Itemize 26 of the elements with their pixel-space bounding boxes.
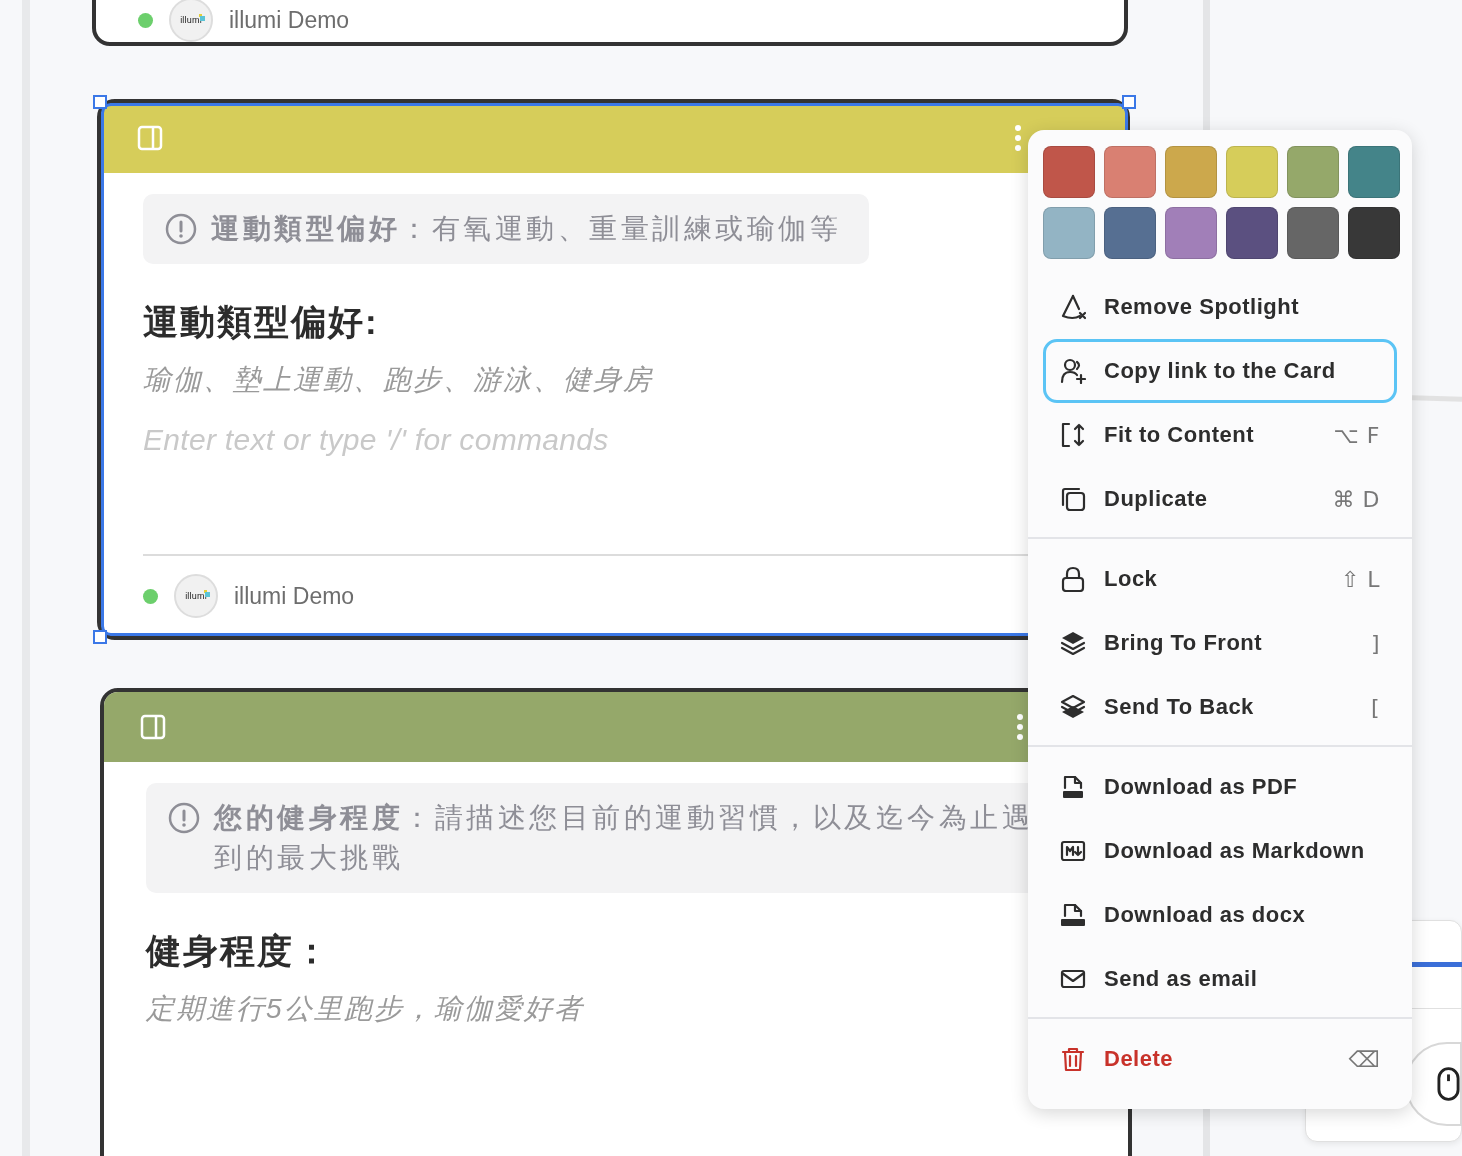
menu-item[interactable]: Send To Back [ [1043,675,1397,739]
user-name: illumi Demo [229,6,350,34]
menu-item[interactable]: Remove Spotlight [1043,275,1397,339]
shortcut-hint: ] [1370,630,1380,656]
shortcut-hint: ⌥ F [1333,422,1380,448]
menu-item[interactable]: Fit to Content ⌥ F [1043,403,1397,467]
answer-text: 定期進行5公里跑步，瑜伽愛好者 [146,992,584,1026]
menu-item[interactable]: Lock ⇧ L [1043,547,1397,611]
shortcut-hint: ⌫ [1348,1046,1380,1072]
menu-item[interactable]: Download as Markdown [1043,819,1397,883]
menu-item[interactable]: Download as docx [1043,883,1397,947]
user-name: illumi Demo [234,582,355,610]
menu-item[interactable]: Send as email [1043,947,1397,1011]
card-heading: 運動類型偏好: [143,301,379,343]
menu-item[interactable]: Duplicate ⌘ D [1043,467,1397,531]
hint-text: 您的健身程度：請描述您目前的運動習慣，以及迄今為止遇到的最大挑戰 [214,801,1034,875]
hint-text: 運動類型偏好：有氧運動、重量訓練或瑜伽等 [211,212,841,246]
menu-item[interactable]: Copy link to the Card [1043,339,1397,403]
shortcut-hint: [ [1370,694,1380,720]
shortcut-hint: ⌘ D [1332,486,1380,512]
card-heading: 健身程度： [146,930,331,972]
menu-item[interactable]: Delete ⌫ [1043,1027,1397,1091]
shortcut-hint: ⇧ L [1340,566,1380,592]
menu-item[interactable]: Download as PDF [1043,755,1397,819]
answer-text: 瑜伽、墊上運動、跑步、游泳、健身房 [143,363,653,397]
menu-item[interactable]: Bring To Front ] [1043,611,1397,675]
